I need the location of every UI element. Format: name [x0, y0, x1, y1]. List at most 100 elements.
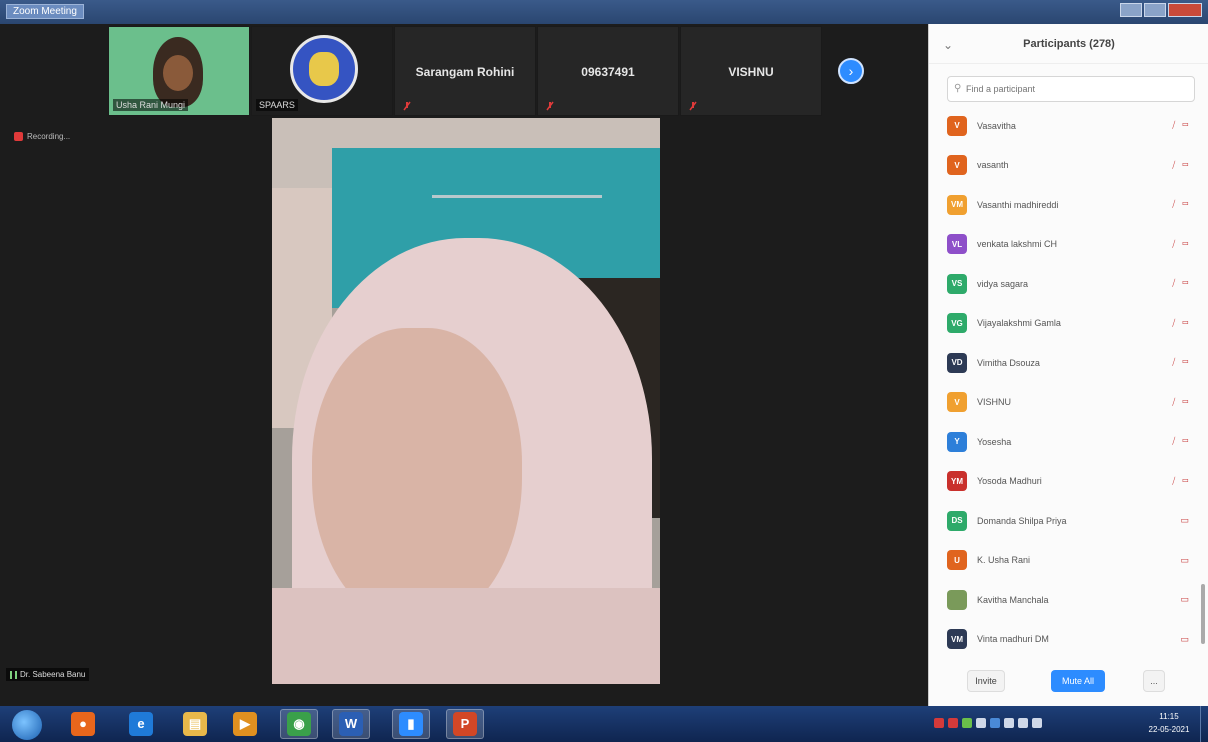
mic-video-status-icon[interactable]: ⧸ ▭: [1157, 120, 1191, 131]
participant-row[interactable]: VM Vinta madhuri DM ▭: [929, 620, 1199, 653]
network-icon[interactable]: [1018, 718, 1028, 728]
panel-footer: Invite Mute All ...: [929, 660, 1208, 706]
taskbar-app[interactable]: ●: [64, 709, 102, 739]
tray-icon[interactable]: [934, 718, 944, 728]
start-button[interactable]: [12, 710, 42, 740]
participant-video: [153, 37, 203, 107]
avatar: VM: [947, 629, 967, 650]
participant-thumbnail[interactable]: Usha Rani Mungi: [108, 26, 250, 116]
mic-video-status-icon[interactable]: ⧸ ▭: [1157, 199, 1191, 210]
word-icon: W: [339, 712, 363, 736]
media-icon: ▶: [233, 712, 257, 736]
window-title: Zoom Meeting: [6, 4, 84, 19]
participant-row[interactable]: Vvasanth ⧸ ▭: [929, 146, 1199, 186]
volume-icon[interactable]: [1032, 718, 1042, 728]
participant-row[interactable]: YM Yosoda Madhuri ⧸ ▭: [929, 462, 1199, 502]
audio-level-icon: [10, 670, 17, 679]
participant-row[interactable]: VG Vijayalakshmi Gamla ⧸ ▭: [929, 304, 1199, 344]
mic-muted-icon: [689, 101, 697, 111]
clock[interactable]: 11:15 22-05-2021: [1144, 710, 1194, 736]
mic-video-status-icon[interactable]: ⧸ ▭: [1157, 278, 1191, 289]
thumbnail-name: 09637491: [581, 65, 635, 79]
participant-name: Vasavitha: [977, 120, 1016, 131]
taskbar-app[interactable]: ▤: [176, 709, 214, 739]
recording-indicator: Recording...: [14, 132, 70, 141]
participant-row[interactable]: VM Vasanthi madhireddi ⧸ ▭: [929, 185, 1199, 225]
participant-name: Vijayalakshmi Gamla: [977, 318, 1061, 329]
panel-header: ⌄ Participants (278): [929, 24, 1208, 64]
recording-icon: [14, 132, 23, 141]
ie-icon: e: [129, 712, 153, 736]
next-page-arrow-icon[interactable]: ›: [838, 58, 864, 84]
participant-thumbnail[interactable]: 09637491: [537, 26, 679, 116]
tray-icon[interactable]: [1004, 718, 1014, 728]
close-button[interactable]: [1168, 3, 1202, 17]
panel-title: Participants (278): [1023, 38, 1115, 50]
participant-row[interactable]: Kavitha Manchala ▭: [929, 580, 1199, 620]
participant-name: Yosesha: [977, 436, 1012, 447]
taskbar-app[interactable]: ▮: [392, 709, 430, 739]
avatar: V: [947, 115, 967, 136]
minimize-button[interactable]: [1120, 3, 1142, 17]
avatar: VD: [947, 352, 967, 373]
invite-button[interactable]: Invite: [967, 670, 1005, 692]
mic-video-status-icon[interactable]: ▭: [1157, 594, 1191, 605]
thumbnail-name: VISHNU: [728, 65, 774, 79]
recording-label: Recording...: [27, 132, 71, 141]
taskbar-app[interactable]: ◉: [280, 709, 318, 739]
participant-row[interactable]: VS vidya sagara ⧸ ▭: [929, 264, 1199, 304]
more-button[interactable]: ...: [1143, 670, 1165, 692]
mic-video-status-icon[interactable]: ⧸ ▭: [1157, 318, 1191, 329]
avatar: [947, 589, 967, 610]
mic-video-status-icon[interactable]: ⧸ ▭: [1157, 357, 1191, 368]
mic-video-status-icon[interactable]: ⧸ ▭: [1157, 436, 1191, 447]
mic-video-status-icon[interactable]: ▭: [1157, 515, 1191, 526]
mic-video-status-icon[interactable]: ▭: [1157, 634, 1191, 645]
system-tray: [934, 718, 1042, 728]
participant-name: Domanda Shilpa Priya: [977, 515, 1067, 526]
window-controls: [1120, 3, 1202, 17]
participant-search[interactable]: ⚲: [947, 76, 1195, 102]
participant-thumbnail[interactable]: VISHNU: [680, 26, 822, 116]
participant-row[interactable]: V VISHNU ⧸ ▭: [929, 383, 1199, 423]
participant-row[interactable]: VL venkata lakshmi CH ⧸ ▭: [929, 225, 1199, 265]
tray-icon[interactable]: [948, 718, 958, 728]
participant-row[interactable]: DS Domanda Shilpa Priya ▭: [929, 501, 1199, 541]
avatar: VG: [947, 313, 967, 334]
mute-all-button[interactable]: Mute All: [1051, 670, 1105, 692]
taskbar-app[interactable]: W: [332, 709, 370, 739]
avatar: VM: [947, 194, 967, 215]
show-desktop-button[interactable]: [1200, 706, 1208, 742]
scrollbar[interactable]: [1201, 584, 1205, 644]
avatar: V: [947, 155, 967, 176]
mic-video-status-icon[interactable]: ⧸ ▭: [1157, 160, 1191, 171]
tray-icon[interactable]: [962, 718, 972, 728]
thumbnail-strip: Usha Rani Mungi SPAARS Sarangam Rohini 0…: [108, 26, 824, 116]
mic-video-status-icon[interactable]: ⧸ ▭: [1157, 397, 1191, 408]
participant-thumbnail[interactable]: SPAARS: [251, 26, 393, 116]
explorer-icon: ▤: [183, 712, 207, 736]
participant-name: Yosoda Madhuri: [977, 476, 1042, 487]
tray-icon[interactable]: [976, 718, 986, 728]
mic-video-status-icon[interactable]: ⧸ ▭: [1157, 239, 1191, 250]
taskbar-app[interactable]: P: [446, 709, 484, 739]
taskbar-app[interactable]: e: [122, 709, 160, 739]
avatar: Y: [947, 431, 967, 452]
zoom-icon: ▮: [399, 712, 423, 736]
search-input[interactable]: [966, 81, 1186, 97]
participant-row[interactable]: VD Vimitha Dsouza ⧸ ▭: [929, 343, 1199, 383]
participant-row[interactable]: U K. Usha Rani ▭: [929, 541, 1199, 581]
taskbar-app[interactable]: ▶: [226, 709, 264, 739]
maximize-button[interactable]: [1144, 3, 1166, 17]
participant-thumbnail[interactable]: Sarangam Rohini: [394, 26, 536, 116]
clock-time: 11:15: [1159, 712, 1179, 721]
avatar: VS: [947, 273, 967, 294]
clock-date: 22-05-2021: [1148, 725, 1190, 734]
thumbnail-name: Usha Rani Mungi: [113, 99, 189, 111]
participant-row[interactable]: Y Yosesha ⧸ ▭: [929, 422, 1199, 462]
participant-name: Vasanthi madhireddi: [977, 199, 1059, 210]
mic-video-status-icon[interactable]: ▭: [1157, 555, 1191, 566]
participant-row[interactable]: V Vasavitha ⧸ ▭: [929, 106, 1199, 146]
tray-icon[interactable]: [990, 718, 1000, 728]
mic-video-status-icon[interactable]: ⧸ ▭: [1157, 476, 1191, 487]
